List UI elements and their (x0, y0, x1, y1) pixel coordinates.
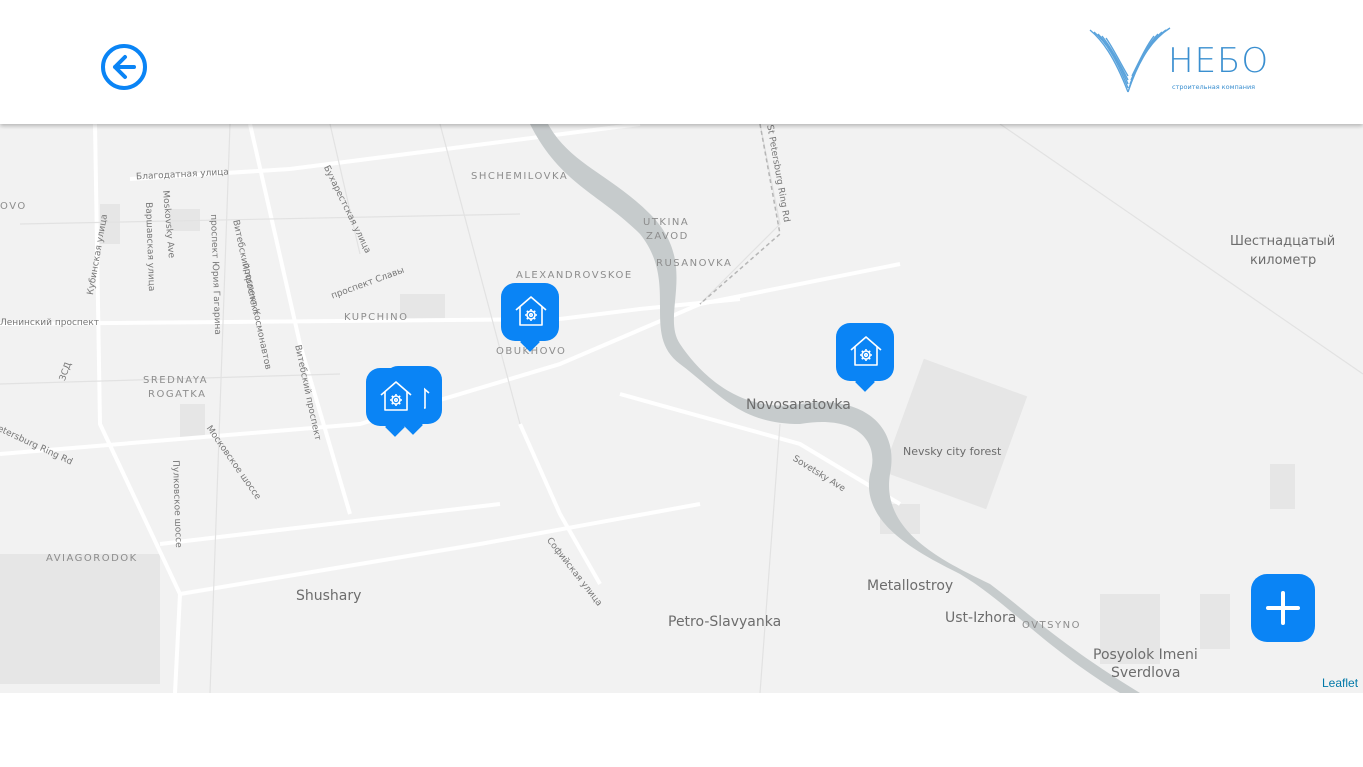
label-nevsky-forest: Nevsky city forest (903, 445, 1002, 458)
label-shchemilovka: SHCHEMILOVKA (471, 171, 569, 182)
wings-logo-icon (1089, 27, 1171, 93)
add-object-button[interactable] (1251, 574, 1315, 642)
leaflet-attribution-link[interactable]: Leaflet (1322, 676, 1358, 690)
label-kupchino: KUPCHINO (344, 312, 409, 323)
label-posyolok-imeni: Posyolok Imeni (1093, 647, 1198, 663)
label-kilometr: километр (1250, 253, 1317, 268)
label-utkina: UTKINA (643, 217, 690, 228)
house-gear-icon (380, 381, 412, 411)
plus-icon (1266, 591, 1300, 625)
label-zavod: ZAVOD (646, 231, 689, 242)
company-logo[interactable]: НЕБО строительная компания (1088, 26, 1268, 96)
label-shushary: Shushary (296, 588, 362, 604)
marker-kupchino-1[interactable] (366, 368, 424, 428)
label-alexandrovskoe: ALEXANDROVSKOE (516, 270, 633, 281)
label-ovtsyno: OVTSYNO (1022, 620, 1081, 631)
label-shestnadtsaty: Шестнадцатый (1230, 234, 1336, 249)
house-gear-icon (850, 336, 882, 366)
label-ovo: OVO (0, 201, 27, 212)
label-aviagorodok: AVIAGORODOK (46, 553, 138, 564)
label-srednaya: SREDNAYA (143, 375, 209, 386)
logo-tagline: строительная компания (1172, 83, 1256, 91)
header: НЕБО строительная компания (0, 0, 1363, 124)
map-base-layer (0, 124, 1363, 693)
label-rusanovka: RUSANOVKA (656, 258, 733, 269)
label-rogatka: ROGATKA (148, 389, 207, 400)
marker-novosaratovka[interactable] (836, 323, 894, 383)
label-petro-slavyanka: Petro-Slavyanka (668, 614, 782, 630)
label-metallostroy: Metallostroy (867, 578, 954, 594)
label-sverdlova: Sverdlova (1111, 665, 1181, 681)
label-leninsky: Ленинский проспект (0, 318, 100, 328)
label-ust-izhora: Ust-Izhora (945, 610, 1017, 626)
logo-wordmark: НЕБО (1168, 41, 1270, 81)
back-button[interactable] (100, 43, 148, 91)
label-novosaratovka: Novosaratovka (746, 397, 851, 413)
marker-obukhovo[interactable] (501, 283, 559, 343)
arrow-left-circle-icon (101, 44, 147, 90)
map-canvas[interactable]: Благодатная улица SHCHEMILOVKA OVO Витеб… (0, 124, 1363, 693)
house-gear-icon (515, 296, 547, 326)
